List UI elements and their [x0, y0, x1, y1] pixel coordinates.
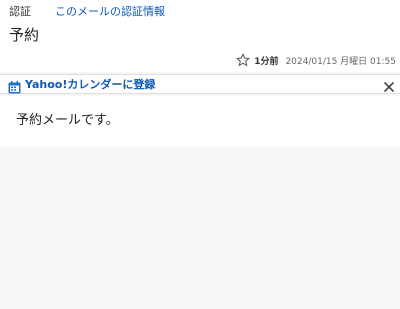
calendar-bar: Yahoo!カレンダーに登録	[0, 74, 400, 94]
calendar-icon	[8, 79, 21, 93]
close-icon[interactable]	[383, 78, 395, 93]
add-to-calendar-link[interactable]: Yahoo!カレンダーに登録	[8, 77, 155, 93]
auth-row: 認証 このメールの認証情報	[9, 4, 165, 20]
add-to-calendar-label: Yahoo!カレンダーに登録	[25, 78, 156, 91]
mail-header: 認証 このメールの認証情報 予約 1分前 2024/01/15 月曜日 01:5…	[0, 0, 400, 72]
mail-subject: 予約	[9, 26, 40, 44]
auth-label: 認証	[9, 5, 31, 18]
star-icon[interactable]	[236, 52, 251, 67]
relative-time: 1分前	[254, 56, 279, 67]
auth-info-link[interactable]: このメールの認証情報	[55, 4, 165, 20]
mail-meta: 1分前 2024/01/15 月曜日 01:55	[236, 52, 396, 68]
mail-view: 認証 このメールの認証情報 予約 1分前 2024/01/15 月曜日 01:5…	[0, 0, 400, 309]
absolute-time: 2024/01/15 月曜日 01:55	[285, 56, 396, 67]
mail-body-text: 予約メールです。	[16, 113, 119, 128]
mail-body: 予約メールです。	[0, 96, 400, 146]
